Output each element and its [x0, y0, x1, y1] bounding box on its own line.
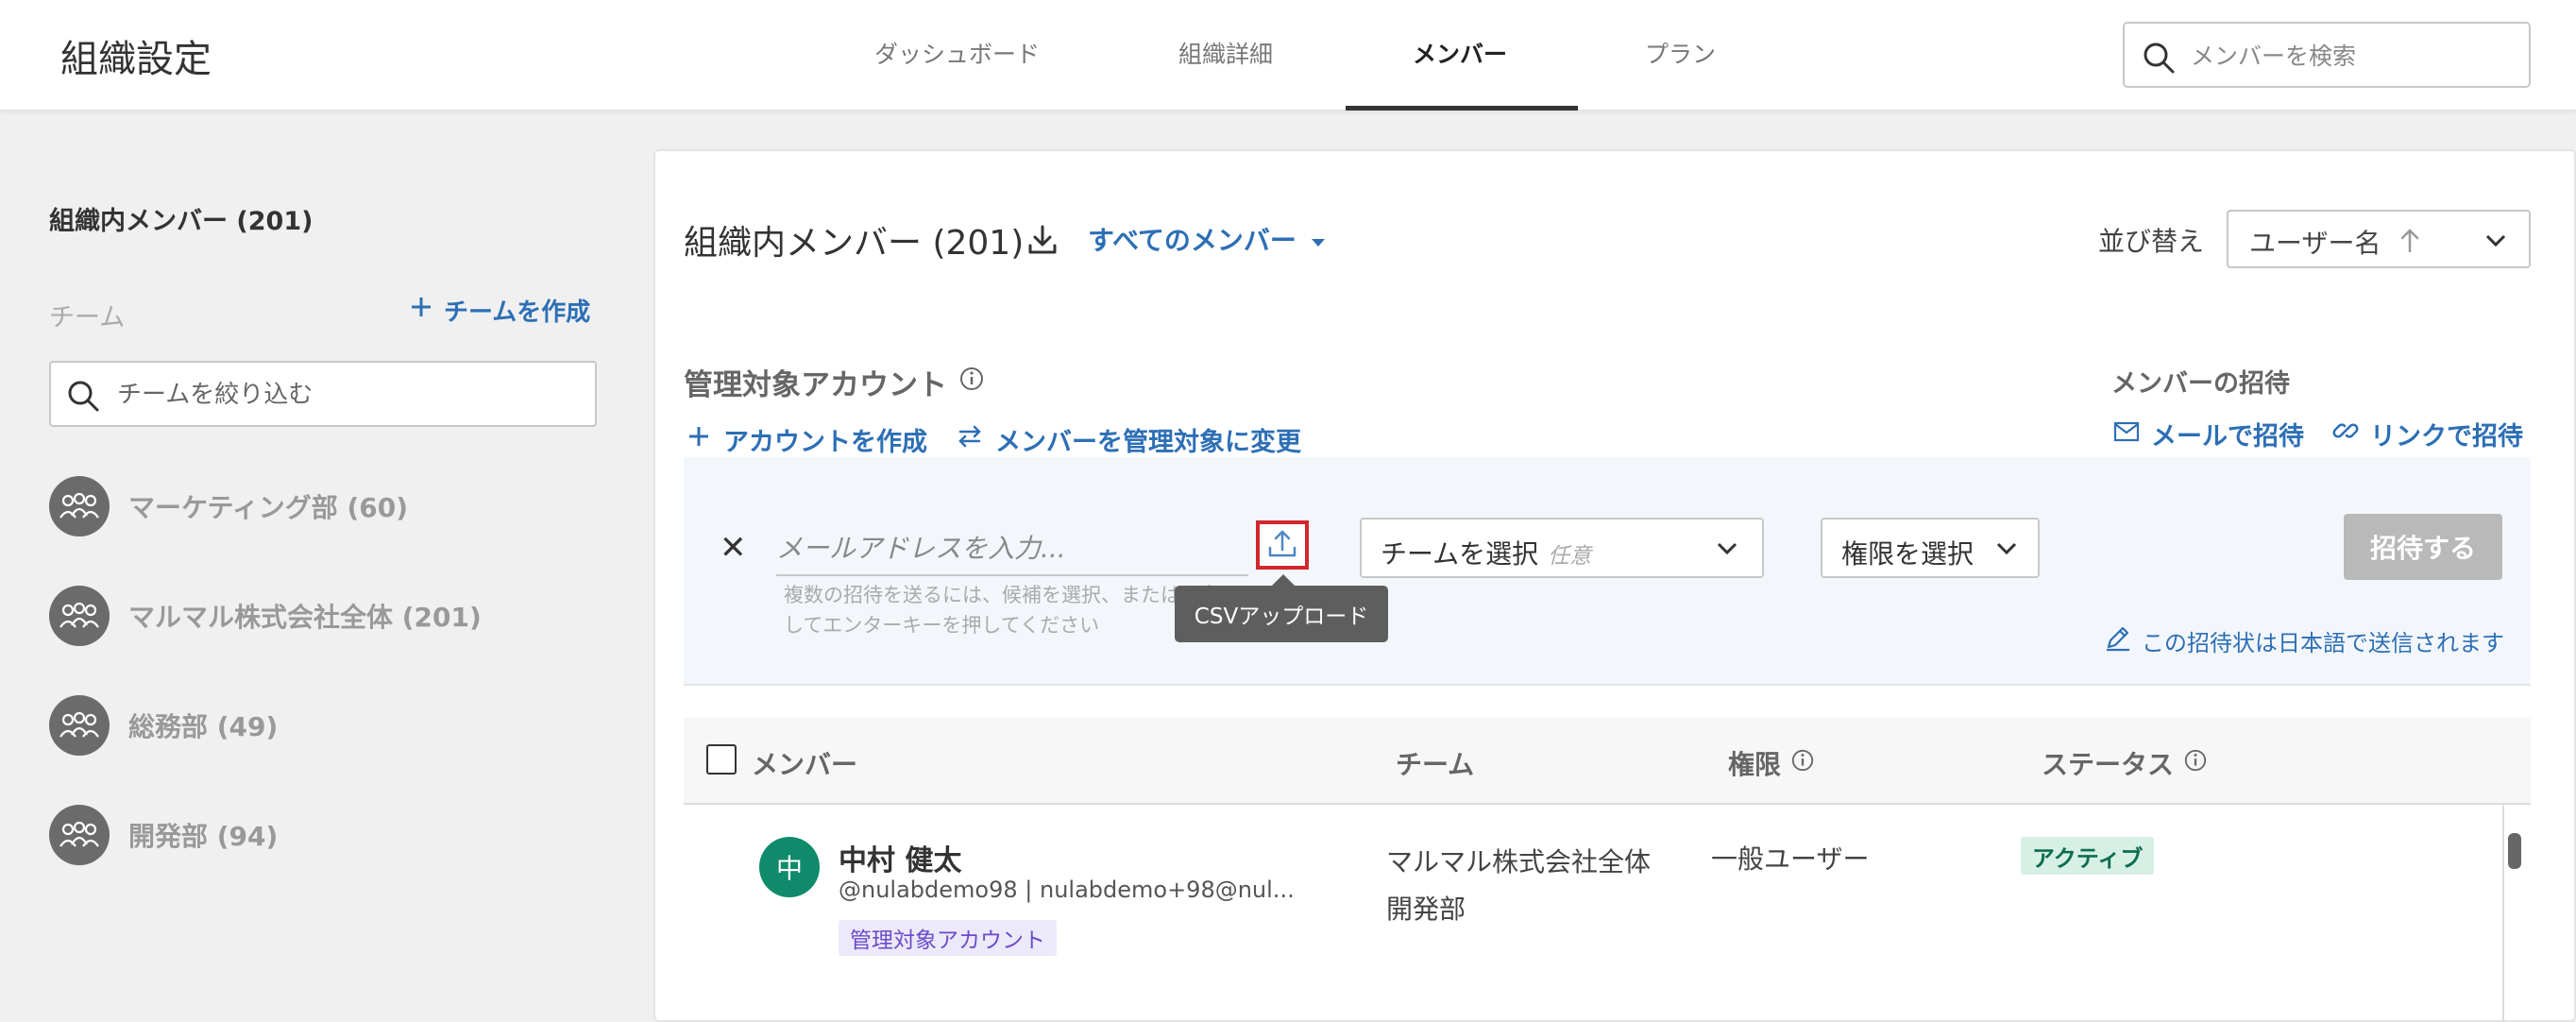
- team-name: マーケティング部 (60): [128, 492, 409, 523]
- status-badge: アクティブ: [2021, 837, 2155, 875]
- managed-account-badge: 管理対象アカウント: [839, 920, 1057, 956]
- team-filter-input[interactable]: [117, 374, 580, 416]
- team-select-value: チームを選択 任意: [1381, 534, 1591, 571]
- convert-members-label: メンバーを管理対象に変更: [995, 428, 1301, 457]
- team-group-icon: [49, 586, 110, 646]
- tab-members[interactable]: メンバー: [1413, 36, 1507, 70]
- invite-language-note[interactable]: この招待状は日本語で送信されます: [2104, 623, 2504, 657]
- page-title: 組織設定: [60, 38, 212, 81]
- link-icon: [2332, 417, 2359, 451]
- column-member-label: メンバー: [752, 749, 858, 780]
- team-group-icon: [49, 476, 110, 537]
- column-member[interactable]: メンバー: [752, 744, 857, 782]
- member-search[interactable]: [2123, 22, 2531, 88]
- tab-plan[interactable]: プラン: [1645, 36, 1716, 70]
- active-tab-indicator: [1346, 106, 1578, 111]
- upload-icon: [1266, 527, 1298, 563]
- column-team-label: チーム: [1396, 749, 1475, 780]
- create-team-label: チームを作成: [444, 298, 591, 327]
- permission-select-value: 権限を選択: [1841, 538, 1974, 570]
- member-team-1: マルマル株式会社全体: [1386, 846, 1652, 877]
- top-header: 組織設定 ダッシュボード 組織詳細 メンバー プラン: [0, 0, 2576, 111]
- member-filter-label: すべてのメンバー: [1088, 225, 1296, 256]
- teams-label: チーム: [49, 303, 126, 332]
- chevron-down-icon: [2483, 232, 2508, 253]
- team-select-label: チームを選択: [1381, 538, 1539, 570]
- member-team-2: 開発部: [1386, 894, 1466, 925]
- download-icon[interactable]: [1025, 223, 1059, 261]
- member-filter-dropdown[interactable]: すべてのメンバー: [1088, 220, 1327, 258]
- team-group-icon: [49, 805, 110, 865]
- team-select[interactable]: チームを選択 任意: [1360, 518, 1764, 578]
- team-filter[interactable]: [49, 361, 597, 427]
- column-team[interactable]: チーム: [1396, 744, 1474, 782]
- plus-icon: [687, 425, 710, 454]
- search-icon: [2142, 41, 2176, 78]
- csv-upload-tooltip: CSVアップロード: [1175, 574, 1388, 642]
- member-name[interactable]: 中村 健太: [839, 837, 961, 878]
- tab-org-details[interactable]: 組織詳細: [1178, 36, 1273, 70]
- sidebar-team-item[interactable]: 総務部 (49): [49, 695, 278, 756]
- team-name: 総務部 (49): [128, 711, 279, 742]
- sort-select[interactable]: ユーザー名: [2227, 210, 2531, 268]
- sort-ascending-icon: [2398, 227, 2421, 257]
- managed-accounts-title: 管理対象アカウント: [684, 368, 947, 402]
- managed-accounts-heading: 管理対象アカウント: [684, 361, 985, 403]
- search-icon: [66, 379, 100, 417]
- email-field[interactable]: [776, 521, 1248, 576]
- sidebar-title[interactable]: 組織内メンバー (201): [49, 200, 313, 237]
- swap-arrows-icon: [958, 425, 982, 454]
- info-icon[interactable]: [958, 366, 985, 400]
- invite-language-label: この招待状は日本語で送信されます: [2142, 629, 2504, 656]
- email-input[interactable]: [776, 521, 1248, 574]
- select-all-checkbox[interactable]: [706, 744, 737, 775]
- sidebar-team-item[interactable]: マルマル株式会社全体 (201): [49, 586, 482, 646]
- scrollbar-thumb[interactable]: [2508, 833, 2521, 869]
- invite-by-email-button[interactable]: メールで招待: [2113, 416, 2304, 452]
- avatar[interactable]: 中: [759, 837, 820, 897]
- pencil-icon: [2104, 623, 2132, 657]
- sort-value: ユーザー名: [2249, 228, 2381, 259]
- invite-by-link-label: リンクで招待: [2370, 422, 2523, 451]
- team-name: マルマル株式会社全体 (201): [128, 602, 482, 633]
- column-permission-label: 権限: [1728, 749, 1782, 780]
- member-permission: 一般ユーザー: [1711, 843, 1870, 875]
- tab-dashboard[interactable]: ダッシュボード: [874, 36, 1040, 70]
- chevron-down-icon: [1994, 540, 2019, 561]
- sort-label: 並び替え: [2098, 226, 2205, 257]
- create-account-button[interactable]: アカウントを作成: [687, 421, 927, 458]
- convert-members-button[interactable]: メンバーを管理対象に変更: [958, 421, 1301, 458]
- create-team-button[interactable]: チームを作成: [410, 293, 590, 328]
- plus-icon: [410, 296, 432, 325]
- csv-upload-button[interactable]: [1256, 520, 1309, 570]
- permission-select[interactable]: 権限を選択: [1821, 518, 2040, 578]
- member-id-email: @nulabdemo98 | nulabdemo+98@nul...: [839, 877, 1295, 903]
- members-title: 組織内メンバー (201): [684, 224, 1025, 263]
- invite-by-email-label: メールで招待: [2151, 422, 2304, 451]
- mail-icon: [2113, 419, 2140, 449]
- member-teams: マルマル株式会社全体 開発部: [1386, 839, 1651, 933]
- sidebar-team-item[interactable]: 開発部 (94): [49, 805, 278, 865]
- caret-down-icon: [1310, 224, 1327, 255]
- chevron-down-icon: [1715, 540, 1739, 561]
- close-icon[interactable]: ✕: [720, 529, 747, 567]
- members-table-header: [684, 718, 2531, 805]
- column-status[interactable]: ステータス: [2042, 744, 2208, 782]
- team-select-optional: 任意: [1548, 544, 1592, 569]
- create-account-label: アカウントを作成: [723, 428, 927, 457]
- info-icon[interactable]: [2183, 748, 2208, 779]
- column-permission[interactable]: 権限: [1728, 744, 1815, 782]
- invite-heading: メンバーの招待: [2111, 369, 2290, 399]
- sidebar-team-item[interactable]: マーケティング部 (60): [49, 476, 408, 537]
- info-icon[interactable]: [1790, 748, 1815, 779]
- team-group-icon: [49, 695, 110, 756]
- invite-by-link-button[interactable]: リンクで招待: [2332, 416, 2523, 452]
- column-status-label: ステータス: [2042, 749, 2175, 780]
- send-invite-button[interactable]: 招待する: [2344, 514, 2502, 580]
- member-search-input[interactable]: [2191, 35, 2512, 77]
- team-name: 開発部 (94): [128, 821, 279, 852]
